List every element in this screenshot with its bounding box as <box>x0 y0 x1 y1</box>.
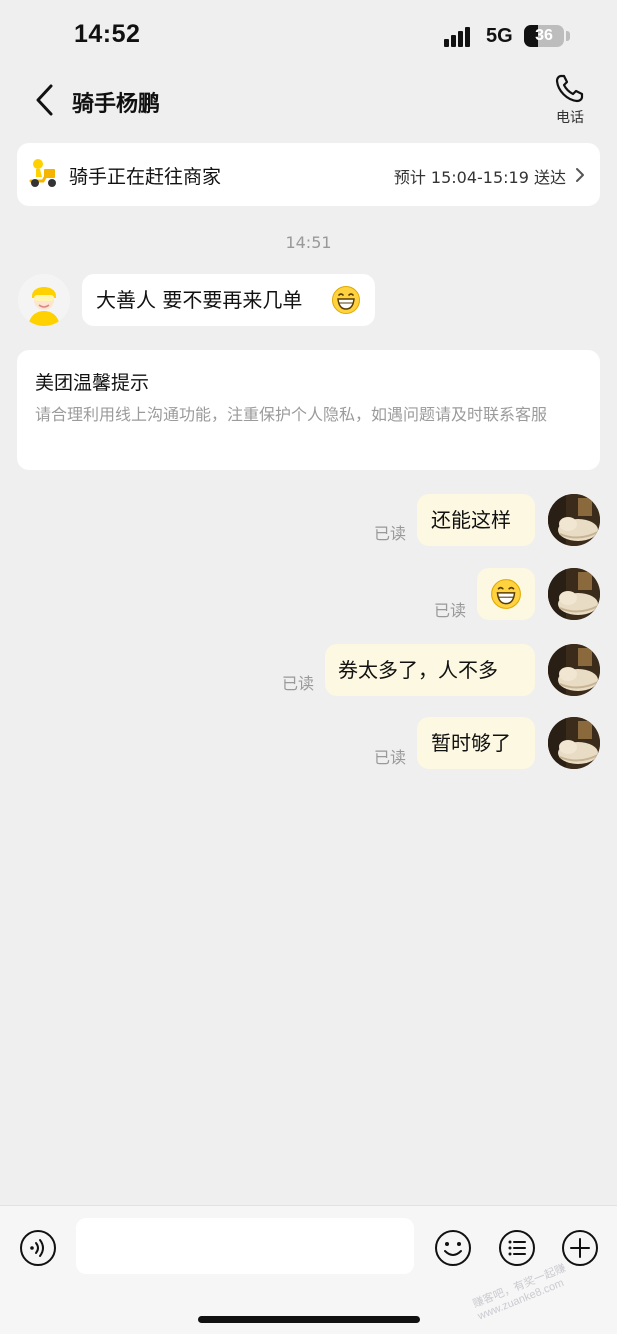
user-avatar[interactable] <box>548 644 600 696</box>
read-status: 已读 <box>374 524 407 543</box>
battery-level: 36 <box>535 27 553 44</box>
chevron-right-icon <box>574 166 586 184</box>
outgoing-message-bubble[interactable]: 还能这样 <box>417 494 535 546</box>
status-bar: 14:52 5G 36 <box>0 0 617 72</box>
call-label: 电话 <box>556 110 584 126</box>
page-title: 骑手杨鹏 <box>72 92 161 117</box>
read-status: 已读 <box>282 674 315 693</box>
home-indicator <box>198 1316 420 1323</box>
read-status: 已读 <box>374 748 407 767</box>
voice-icon[interactable] <box>18 1228 58 1268</box>
grinning-face-icon <box>331 285 361 315</box>
call-button[interactable]: 电话 <box>546 72 594 128</box>
read-status: 已读 <box>434 601 467 620</box>
rider-status-card[interactable]: 骑手正在赶往商家 预计 15:04-15:19 送达 <box>17 143 600 206</box>
rider-message-text: 大善人 要不要再来几单 <box>96 288 303 312</box>
battery-icon: 36 <box>524 25 564 47</box>
tip-title: 美团温馨提示 <box>35 372 150 394</box>
outgoing-emoji-bubble[interactable] <box>477 568 535 620</box>
user-avatar[interactable] <box>548 717 600 769</box>
user-avatar[interactable] <box>548 568 600 620</box>
watermark: 赚客吧，有奖一起赚 www.zuanke8.com <box>471 1262 568 1323</box>
phone-icon <box>555 74 584 103</box>
outgoing-message-text: 券太多了，人不多 <box>338 658 498 682</box>
outgoing-message-text: 还能这样 <box>431 508 511 532</box>
list-icon[interactable] <box>497 1228 537 1268</box>
input-bar: 赚客吧，有奖一起赚 www.zuanke8.com <box>0 1205 617 1334</box>
scooter-rider-icon <box>27 157 61 191</box>
battery-cap <box>566 31 570 41</box>
status-time: 14:52 <box>74 20 141 48</box>
network-type: 5G <box>486 25 513 47</box>
system-tip-card: 美团温馨提示 请合理利用线上沟通功能，注重保护个人隐私，如遇问题请及时联系客服 <box>17 350 600 470</box>
rider-message-bubble[interactable]: 大善人 要不要再来几单 <box>82 274 375 326</box>
nav-bar: 骑手杨鹏 电话 <box>0 72 617 134</box>
delivery-eta: 预计 15:04-15:19 送达 <box>393 168 566 187</box>
smiley-icon[interactable] <box>433 1228 473 1268</box>
rider-status-text: 骑手正在赶往商家 <box>69 166 222 188</box>
tip-body: 请合理利用线上沟通功能，注重保护个人隐私，如遇问题请及时联系客服 <box>35 405 548 424</box>
chevron-left-icon[interactable] <box>28 80 64 120</box>
signal-icon <box>444 27 478 47</box>
outgoing-message-bubble[interactable]: 券太多了，人不多 <box>325 644 535 696</box>
message-timestamp: 14:51 <box>285 233 332 252</box>
outgoing-message-text: 暂时够了 <box>431 731 511 755</box>
outgoing-message-bubble[interactable]: 暂时够了 <box>417 717 535 769</box>
user-avatar[interactable] <box>548 494 600 546</box>
grinning-face-icon <box>490 578 522 610</box>
message-input[interactable] <box>76 1218 414 1274</box>
rider-avatar[interactable] <box>18 274 70 326</box>
